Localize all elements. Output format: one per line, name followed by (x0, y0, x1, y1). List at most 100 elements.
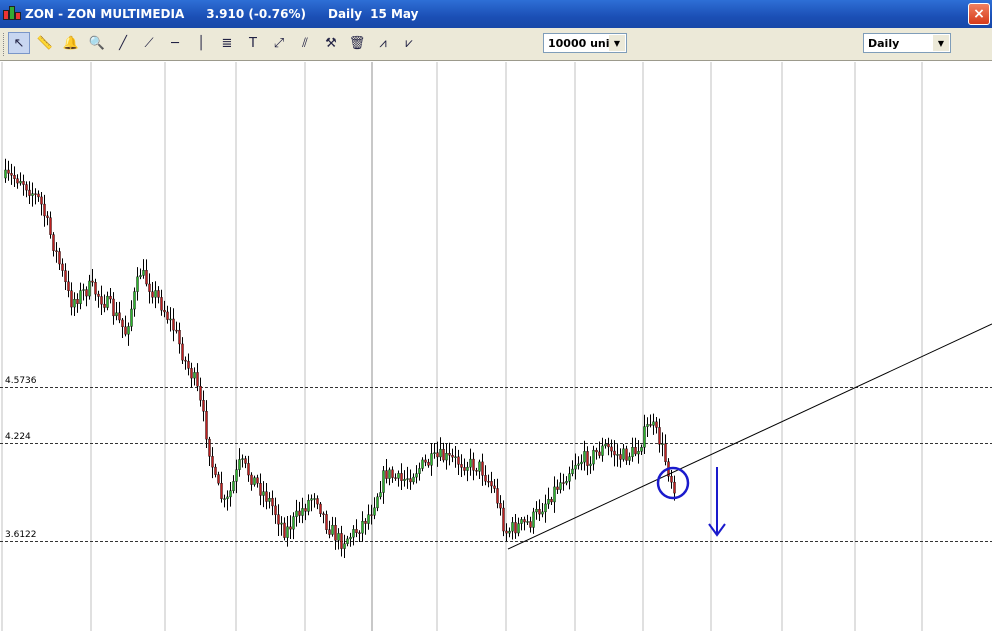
candle-body (583, 451, 586, 463)
candle-body (493, 485, 496, 489)
candle-body (124, 326, 127, 335)
parallel-tool[interactable]: ⫽ (294, 32, 316, 54)
alert-bell-tool[interactable]: 🔔 (60, 32, 82, 54)
candle-body (256, 477, 259, 484)
candle-body (337, 533, 340, 541)
candle-body (391, 469, 394, 478)
candle-body (202, 400, 205, 412)
delete-tool[interactable]: 🗑 (346, 32, 368, 54)
horizontal-line-tool[interactable]: ─ (164, 32, 186, 54)
candle-body (427, 461, 430, 466)
candle-body (442, 448, 445, 461)
candle-body (478, 461, 481, 472)
ray-tool[interactable]: ⟋ (138, 32, 160, 54)
period-select[interactable]: Daily ▼ (863, 33, 951, 53)
candle-body (355, 529, 358, 533)
candle-body (637, 451, 640, 455)
candle-body (19, 181, 22, 184)
ruler-tool[interactable]: 📏 (34, 32, 56, 54)
candle-body (589, 463, 592, 466)
candle-body (634, 447, 637, 455)
candle-body (241, 458, 244, 460)
candle-body (295, 510, 298, 517)
candle-body (163, 309, 166, 313)
candle-body (436, 452, 439, 458)
candle-body (382, 470, 385, 493)
candle-body (340, 533, 343, 549)
price-chart-area[interactable]: 4.5736 4.224 3.6122 (0, 62, 992, 631)
candle-body (184, 359, 187, 362)
candle-body (502, 507, 505, 532)
candle-body (82, 289, 85, 291)
candle-body (61, 263, 64, 271)
toolbar-grip[interactable] (3, 33, 7, 56)
candle-body (496, 488, 499, 504)
candle-body (145, 270, 148, 285)
candle-body (16, 178, 19, 184)
candle-body (10, 173, 13, 176)
candle-body (412, 476, 415, 483)
candle-body (547, 499, 550, 505)
line-tool[interactable]: ╱ (112, 32, 134, 54)
candle-body (574, 465, 577, 470)
vertical-line-tool[interactable]: │ (190, 32, 212, 54)
level-label: 4.5736 (5, 375, 37, 386)
period-select-value: Daily (868, 36, 900, 50)
window-title-symbol: ZON - ZON MULTIMEDIA (25, 7, 185, 21)
candle-body (40, 196, 43, 205)
candle-body (130, 308, 133, 327)
text-tool[interactable]: T (242, 32, 264, 54)
candle-body (37, 193, 40, 198)
candle-body (607, 443, 610, 448)
trend-up-tool[interactable]: ⩘ (372, 32, 394, 54)
zoom-tool[interactable]: 🔍 (86, 32, 108, 54)
candle-body (484, 475, 487, 482)
window-title-price: 3.910 (-0.76%) (206, 7, 306, 21)
pointer-tool[interactable]: ↖ (8, 32, 30, 54)
candle-body (472, 458, 475, 471)
candle-body (76, 299, 79, 304)
candle-body (511, 522, 514, 532)
price-chart[interactable] (0, 62, 992, 631)
candle-body (568, 473, 571, 482)
candle-body (646, 424, 649, 427)
candle-body (247, 463, 250, 476)
candle-body (250, 474, 253, 485)
candle-body (415, 473, 418, 478)
candle-body (52, 234, 55, 251)
units-select[interactable]: 10000 units ▼ (543, 33, 627, 53)
candle-body (370, 514, 373, 516)
candle-body (535, 508, 538, 513)
candle-body (262, 491, 265, 496)
candle-body (352, 529, 355, 538)
candle-body (451, 455, 454, 458)
close-button[interactable]: × (968, 3, 990, 25)
candle-body (622, 448, 625, 460)
candle-body (157, 290, 160, 298)
candle-body (592, 449, 595, 465)
candle-body (610, 446, 613, 452)
candle-body (445, 453, 448, 461)
candle-body (619, 454, 622, 460)
fibonacci-tool[interactable]: ≣ (216, 32, 238, 54)
candle-body (421, 459, 424, 469)
candle-body (259, 483, 262, 496)
trend-down-tool[interactable]: ⩗ (398, 32, 420, 54)
candle-body (325, 514, 328, 530)
candle-body (229, 490, 232, 498)
candle-body (526, 521, 529, 523)
candle-body (553, 486, 556, 503)
candle-body (376, 496, 379, 509)
candle-body (28, 189, 31, 196)
candle-body (481, 461, 484, 476)
chevron-down-icon[interactable]: ▼ (933, 35, 949, 51)
channel-tool[interactable]: ⤢ (268, 32, 290, 54)
tools-tool[interactable]: ⚒ (320, 32, 342, 54)
candle-body (85, 289, 88, 297)
candle-body (460, 464, 463, 468)
candle-body (271, 498, 274, 507)
candle-body (424, 459, 427, 463)
candle-body (463, 467, 466, 471)
candle-body (343, 543, 346, 549)
chevron-down-icon[interactable]: ▼ (609, 35, 625, 51)
